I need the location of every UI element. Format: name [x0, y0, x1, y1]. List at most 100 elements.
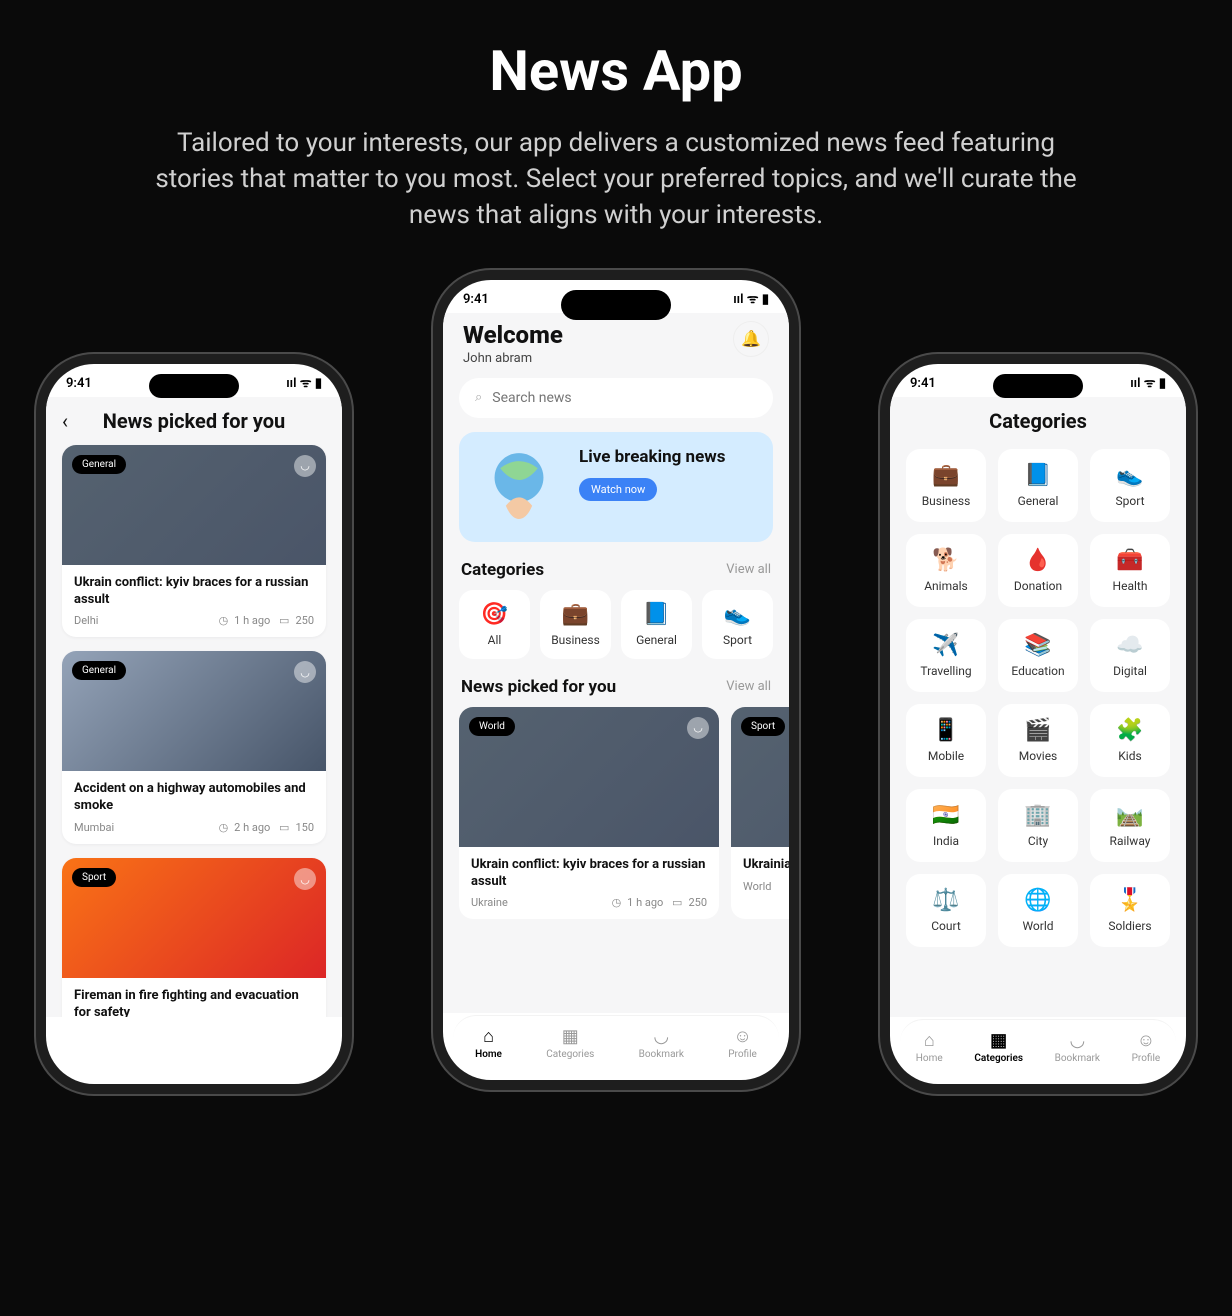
- tab-home[interactable]: ⌂ Home: [916, 1030, 943, 1064]
- phone-categories: 9:41 ııl ᯤ ▮ Categories 💼 Business 📘 Gen…: [890, 364, 1186, 1084]
- tab-label: Bookmark: [639, 1049, 684, 1060]
- category-icon: 🧩: [1094, 718, 1166, 743]
- viewall-picked[interactable]: View all: [726, 679, 771, 694]
- tab-bookmark[interactable]: ◡ Bookmark: [1055, 1030, 1100, 1064]
- news-title: Ukrainian the popul: [743, 857, 789, 874]
- watch-now-button[interactable]: Watch now: [579, 478, 657, 501]
- category-badge: Sport: [741, 717, 785, 736]
- category-tile-animals[interactable]: 🐕 Animals: [906, 534, 986, 607]
- news-location: Ukraine: [471, 896, 508, 909]
- category-tile-business[interactable]: 💼 Business: [540, 590, 611, 659]
- tab-categories[interactable]: ▦ Categories: [974, 1030, 1023, 1064]
- news-time: 1 h ago: [627, 896, 663, 909]
- status-time: 9:41: [66, 376, 92, 391]
- news-card[interactable]: General ◡ Accident on a highway automobi…: [62, 651, 326, 844]
- category-label: Travelling: [920, 664, 971, 678]
- category-icon: 🛤️: [1094, 803, 1166, 828]
- news-title: Ukrain conflict: kyiv braces for a russi…: [74, 575, 314, 609]
- tab-label: Profile: [1132, 1053, 1161, 1064]
- category-label: General: [1018, 494, 1059, 508]
- tab-label: Categories: [974, 1053, 1023, 1064]
- category-label: Animals: [924, 579, 968, 593]
- tab-categories[interactable]: ▦ Categories: [546, 1026, 594, 1060]
- tab-profile[interactable]: ☺ Profile: [728, 1026, 757, 1060]
- category-icon: 🩸: [1002, 548, 1074, 573]
- live-news-card[interactable]: Live breaking news Watch now: [459, 432, 773, 542]
- news-card[interactable]: Sport ◡ Fireman in fire fighting and eva…: [62, 858, 326, 1016]
- live-title: Live breaking news: [579, 446, 757, 468]
- bookmark-icon[interactable]: ◡: [687, 717, 709, 739]
- search-input[interactable]: ⌕: [459, 378, 773, 418]
- category-label: Railway: [1110, 834, 1151, 848]
- category-tile-mobile[interactable]: 📱 Mobile: [906, 704, 986, 777]
- category-icon: 📱: [910, 718, 982, 743]
- home-icon: ⌂: [475, 1026, 502, 1047]
- bookmark-icon[interactable]: ◡: [294, 868, 316, 890]
- category-tile-india[interactable]: 🇮🇳 India: [906, 789, 986, 862]
- category-icon: 🧰: [1094, 548, 1166, 573]
- viewall-categories[interactable]: View all: [726, 562, 771, 577]
- status-icons: ııl ᯤ ▮: [1130, 377, 1166, 390]
- news-card[interactable]: General ◡ Ukrain conflict: kyiv braces f…: [62, 445, 326, 638]
- category-tile-kids[interactable]: 🧩 Kids: [1090, 704, 1170, 777]
- news-card[interactable]: Sport ◡ Ukrainian the popul World ◷ ▭: [731, 707, 789, 920]
- hero-subtitle: Tailored to your interests, our app deli…: [136, 126, 1096, 234]
- category-badge: General: [72, 661, 126, 680]
- category-tile-health[interactable]: 🧰 Health: [1090, 534, 1170, 607]
- category-badge: World: [469, 717, 515, 736]
- comment-icon: ▭: [279, 821, 289, 834]
- category-label: Health: [1113, 579, 1148, 593]
- status-time: 9:41: [910, 376, 936, 391]
- news-location: Delhi: [74, 614, 98, 627]
- category-tile-general[interactable]: 📘 General: [621, 590, 692, 659]
- back-icon[interactable]: ‹: [62, 409, 68, 433]
- category-tile-court[interactable]: ⚖️ Court: [906, 874, 986, 947]
- category-icon: 👟: [706, 602, 769, 627]
- category-tile-donation[interactable]: 🩸 Donation: [998, 534, 1078, 607]
- category-tile-digital[interactable]: ☁️ Digital: [1090, 619, 1170, 692]
- category-label: Movies: [1019, 749, 1058, 763]
- tab-label: Profile: [728, 1049, 757, 1060]
- status-time: 9:41: [463, 292, 489, 307]
- category-tile-world[interactable]: 🌐 World: [998, 874, 1078, 947]
- category-tile-sport[interactable]: 👟 Sport: [1090, 449, 1170, 522]
- category-tile-travelling[interactable]: ✈️ Travelling: [906, 619, 986, 692]
- bookmark-icon[interactable]: ◡: [294, 661, 316, 683]
- category-tile-railway[interactable]: 🛤️ Railway: [1090, 789, 1170, 862]
- tab-home[interactable]: ⌂ Home: [475, 1026, 502, 1060]
- category-tile-city[interactable]: 🏢 City: [998, 789, 1078, 862]
- news-title: Fireman in fire fighting and evacuation …: [74, 988, 314, 1016]
- category-icon: 📘: [625, 602, 688, 627]
- category-icon: 📚: [1002, 633, 1074, 658]
- phone-home: 9:41 ııl ᯤ ▮ Welcome John abram 🔔 ⌕ Live…: [443, 280, 789, 1080]
- clock-icon: ◷: [612, 896, 622, 909]
- bell-icon[interactable]: 🔔: [733, 321, 769, 357]
- bookmark-icon[interactable]: ◡: [294, 455, 316, 477]
- categories-icon: ▦: [974, 1030, 1023, 1051]
- news-comments: 250: [295, 614, 314, 627]
- tab-label: Home: [916, 1053, 943, 1064]
- news-title: Accident on a highway automobiles and sm…: [74, 781, 314, 815]
- tab-label: Bookmark: [1055, 1053, 1100, 1064]
- phone-picked: 9:41 ııl ᯤ ▮ ‹ News picked for you Gener…: [46, 364, 342, 1084]
- category-tile-general[interactable]: 📘 General: [998, 449, 1078, 522]
- tab-bookmark[interactable]: ◡ Bookmark: [639, 1026, 684, 1060]
- search-icon: ⌕: [475, 390, 482, 405]
- globe-icon: [469, 440, 569, 534]
- news-card[interactable]: World ◡ Ukrain conflict: kyiv braces for…: [459, 707, 719, 920]
- category-label: India: [933, 834, 959, 848]
- category-tile-all[interactable]: 🎯 All: [459, 590, 530, 659]
- search-field[interactable]: [492, 390, 757, 406]
- category-label: Sport: [1116, 494, 1145, 508]
- category-tile-education[interactable]: 📚 Education: [998, 619, 1078, 692]
- category-label: Donation: [1014, 579, 1062, 593]
- category-tile-movies[interactable]: 🎬 Movies: [998, 704, 1078, 777]
- category-icon: 📘: [1002, 463, 1074, 488]
- category-tile-sport[interactable]: 👟 Sport: [702, 590, 773, 659]
- category-label: City: [1028, 834, 1048, 848]
- category-tile-business[interactable]: 💼 Business: [906, 449, 986, 522]
- comment-icon: ▭: [672, 896, 682, 909]
- category-tile-soldiers[interactable]: 🎖️ Soldiers: [1090, 874, 1170, 947]
- category-icon: 🌐: [1002, 888, 1074, 913]
- tab-profile[interactable]: ☺ Profile: [1132, 1030, 1161, 1064]
